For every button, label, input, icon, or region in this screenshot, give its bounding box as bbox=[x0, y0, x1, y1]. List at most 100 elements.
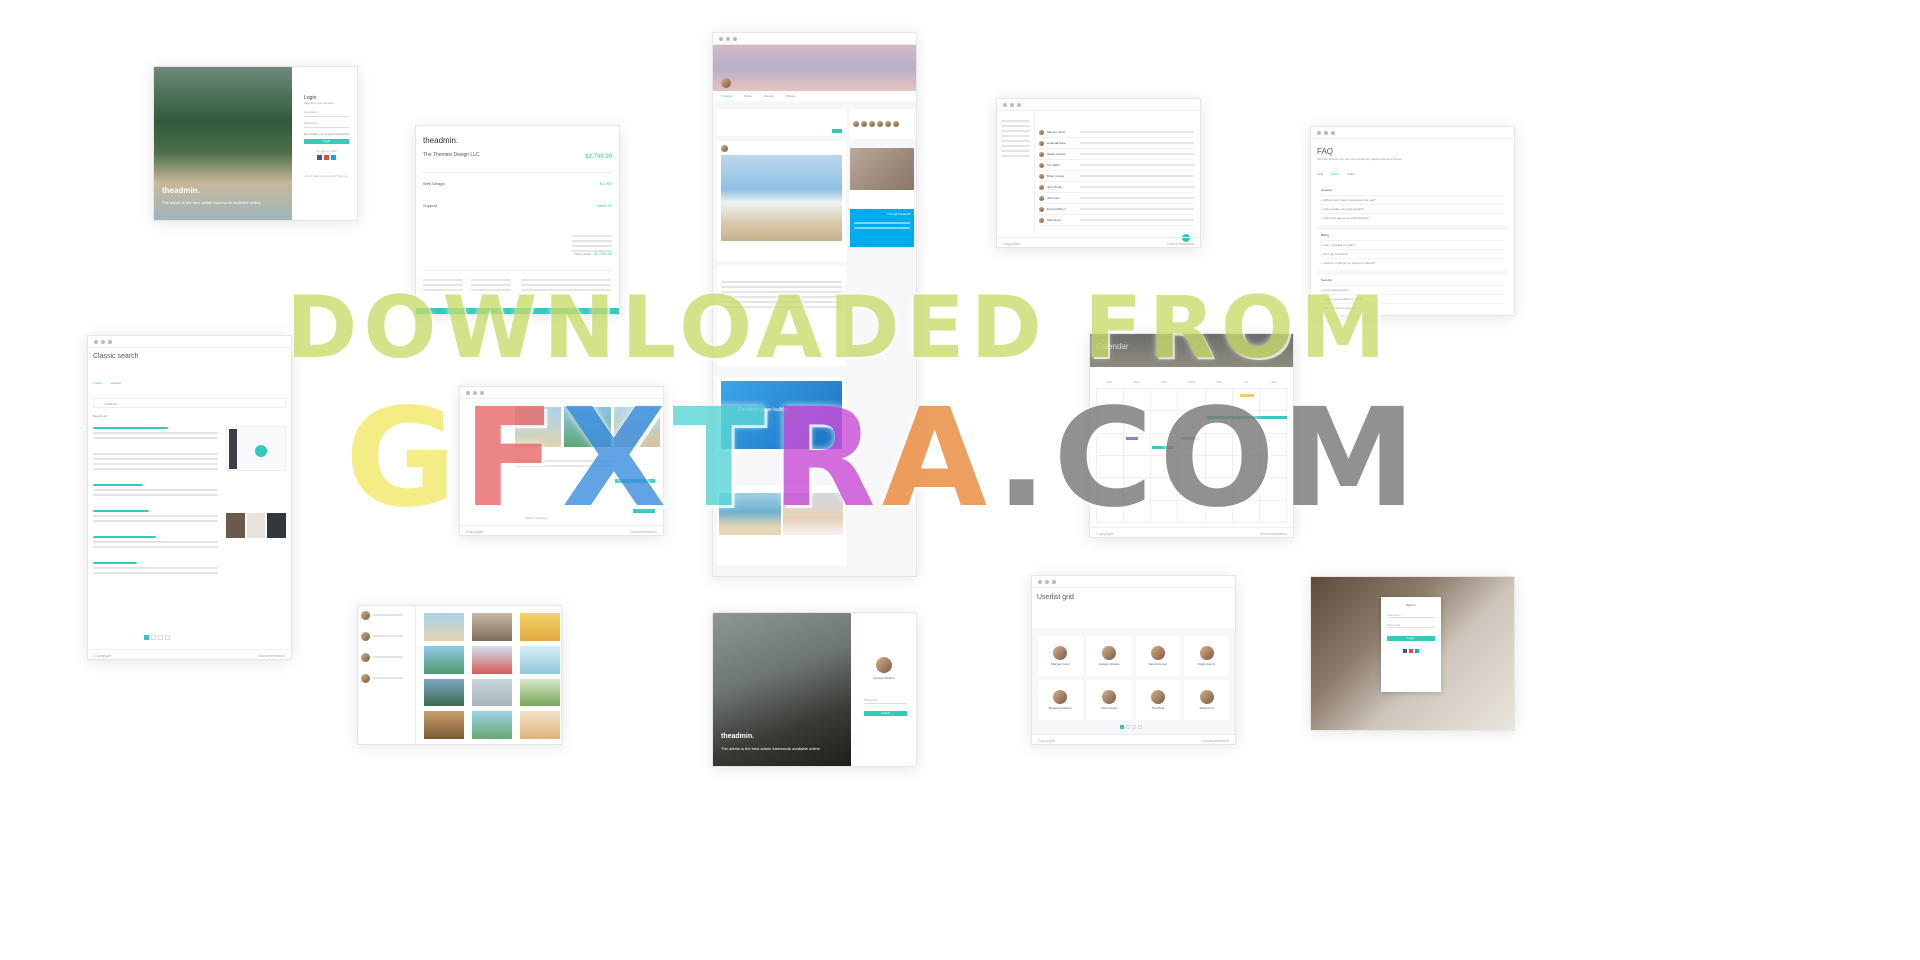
faq-section-title: General bbox=[1321, 188, 1332, 192]
small-facebook-icon[interactable] bbox=[1403, 649, 1407, 653]
sender-avatar bbox=[1039, 195, 1044, 201]
faq-question[interactable]: + How do I change my payment method? bbox=[1321, 258, 1504, 267]
profile-cover-image bbox=[713, 45, 916, 91]
faq-question[interactable]: + Where can I learn more about the app? bbox=[1321, 195, 1504, 204]
sender-name: Maryam Amiri bbox=[1047, 130, 1066, 134]
user-card[interactable]: Brooke Anderson bbox=[1038, 680, 1083, 720]
watermark-line-2: GFXTRA.COM bbox=[345, 380, 1423, 538]
small-password-field[interactable]: Password bbox=[1387, 623, 1435, 628]
small-google-icon[interactable] bbox=[1409, 649, 1413, 653]
user-card[interactable]: Ivan Connor bbox=[1086, 680, 1132, 720]
lockscreen-screen: theadmin. The admin is the best admin fr… bbox=[712, 612, 917, 767]
sender-name: Sarah Conner bbox=[1047, 152, 1066, 156]
user-card[interactable]: Hossein Shams bbox=[1086, 636, 1132, 676]
lock-brand: theadmin. bbox=[721, 733, 755, 740]
faq-tab-help[interactable]: Help bbox=[1317, 172, 1323, 176]
gallery-thumbnail[interactable] bbox=[472, 613, 512, 641]
faq-question[interactable]: + Does this app come with support? bbox=[1321, 213, 1504, 222]
faq-question[interactable]: + Do I get a refund? bbox=[1321, 249, 1504, 258]
sender-name: Tim Hank bbox=[1047, 163, 1060, 167]
sender-avatar bbox=[1039, 184, 1044, 190]
family-beach-photo bbox=[721, 155, 842, 241]
faq-question[interactable]: + Can I upgrade my plan? bbox=[1321, 240, 1504, 249]
invoice-item-web-design: Web Design bbox=[423, 181, 445, 186]
google-icon[interactable] bbox=[324, 155, 329, 160]
user-card[interactable]: Maryam Amiri bbox=[1038, 636, 1083, 676]
user-avatar bbox=[1150, 646, 1165, 660]
gallery-thumbnail[interactable] bbox=[520, 711, 560, 739]
password-field[interactable]: Password bbox=[304, 121, 349, 128]
faq-section: Billing + Can I upgrade my plan? + Do I ge… bbox=[1317, 230, 1508, 270]
username-field[interactable]: Username bbox=[304, 110, 349, 117]
mail-row[interactable]: Mike Ross bbox=[1039, 215, 1194, 226]
search-input[interactable]: Search... bbox=[93, 398, 286, 408]
invoice-brand: theadmin. bbox=[423, 136, 459, 145]
register-link[interactable]: Don't have an account? Sign up bbox=[304, 174, 349, 178]
search-tab-vertical[interactable]: Vertical bbox=[111, 381, 121, 385]
invoice-totals-value: $2,799.99 bbox=[594, 251, 612, 256]
login-laptop-screen: Sign in Username Password Login bbox=[1310, 576, 1515, 731]
mail-row[interactable]: Sarah Conner bbox=[1039, 149, 1194, 160]
gallery-thumbnail[interactable] bbox=[520, 613, 560, 641]
user-avatar bbox=[1102, 690, 1117, 704]
gallery-thumbnail[interactable] bbox=[472, 711, 512, 739]
mail-row[interactable]: Amanda Ashe bbox=[1039, 138, 1194, 149]
sender-avatar bbox=[1039, 129, 1044, 135]
sender-avatar bbox=[1039, 217, 1044, 223]
user-card[interactable]: Sarah Fort bbox=[1184, 680, 1229, 720]
mail-row[interactable]: Tim Hank bbox=[1039, 160, 1194, 171]
mail-row[interactable]: Jane Smith bbox=[1039, 182, 1194, 193]
faq-tab-sales[interactable]: Sales bbox=[1347, 172, 1355, 176]
user-name: The Rock bbox=[1151, 706, 1165, 710]
unlock-button[interactable]: Unlock bbox=[864, 711, 907, 716]
gallery-screen bbox=[357, 605, 562, 745]
gallery-thumbnail[interactable] bbox=[424, 645, 464, 674]
small-username-field[interactable]: Username bbox=[1387, 613, 1435, 618]
user-name: Hossein Shams bbox=[1098, 662, 1120, 666]
tab-photos[interactable]: Photos bbox=[786, 94, 795, 98]
lock-password-field[interactable]: Password bbox=[864, 698, 907, 704]
login-button[interactable]: Login bbox=[304, 139, 349, 144]
gallery-thumbnail[interactable] bbox=[424, 711, 464, 739]
gallery-thumbnail[interactable] bbox=[520, 645, 560, 674]
user-avatar bbox=[1150, 690, 1165, 704]
gallery-thumbnail[interactable] bbox=[472, 678, 512, 707]
login-tagline: The admin is the best admin framework av… bbox=[162, 200, 262, 205]
gallery-thumbnail[interactable] bbox=[424, 613, 464, 641]
mail-row[interactable]: John Doe bbox=[1039, 193, 1194, 204]
faq-title: FAQ bbox=[1317, 147, 1334, 156]
small-login-button[interactable]: Login bbox=[1387, 636, 1435, 641]
remember-checkbox[interactable]: Remember me bbox=[304, 132, 324, 136]
sender-avatar bbox=[1039, 162, 1044, 168]
user-avatar bbox=[1199, 646, 1214, 660]
profile-avatar bbox=[721, 78, 731, 88]
user-card[interactable]: The Rock bbox=[1135, 680, 1181, 720]
search-results-label: Results for bbox=[93, 414, 108, 418]
faq-tab-billing[interactable]: Billing bbox=[1331, 172, 1339, 176]
gallery-thumbnail[interactable] bbox=[424, 678, 464, 707]
twitter-icon[interactable] bbox=[331, 155, 336, 160]
faq-question[interactable]: + How quickly can I get started? bbox=[1321, 204, 1504, 213]
tab-friends[interactable]: Friends bbox=[764, 94, 774, 98]
gallery-thumbnail[interactable] bbox=[520, 678, 560, 707]
mail-row[interactable]: Brian Cooley bbox=[1039, 171, 1194, 182]
forgot-link[interactable]: Forgot password? bbox=[325, 132, 349, 136]
small-twitter-icon[interactable] bbox=[1415, 649, 1419, 653]
login-brand: theadmin. bbox=[162, 186, 200, 195]
tab-timeline[interactable]: Timeline bbox=[721, 94, 732, 98]
sender-name: Brian Cooley bbox=[1047, 174, 1065, 178]
mail-row[interactable]: Emma Wilson bbox=[1039, 204, 1194, 215]
beach-palm-image bbox=[154, 67, 292, 220]
gallery-thumbnail[interactable] bbox=[472, 645, 512, 674]
invoice-totals-label: TOTAL DUE bbox=[574, 252, 591, 256]
user-avatar bbox=[1102, 646, 1117, 660]
search-tab-classic[interactable]: Classic bbox=[93, 381, 103, 385]
sender-name: Mike Ross bbox=[1047, 218, 1062, 222]
user-card[interactable]: Frank Camly bbox=[1184, 636, 1229, 676]
userlist-grid-screen: Userlist grid Maryam Amiri Hossein Shams S… bbox=[1031, 575, 1236, 745]
facebook-icon[interactable] bbox=[317, 155, 322, 160]
mail-row[interactable]: Maryam Amiri bbox=[1039, 127, 1194, 138]
tab-posts[interactable]: Posts bbox=[744, 94, 752, 98]
sender-avatar bbox=[1039, 140, 1044, 146]
user-card[interactable]: Sarah Conner bbox=[1135, 636, 1181, 676]
